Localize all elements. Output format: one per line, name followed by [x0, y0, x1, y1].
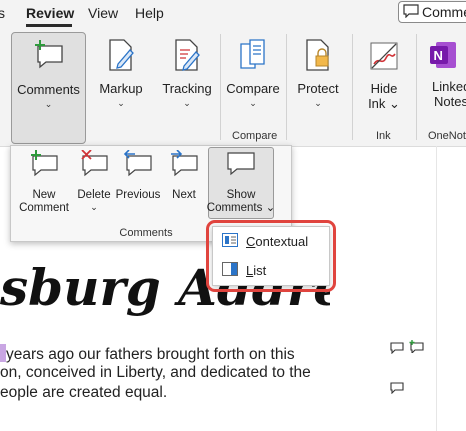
chevron-down-icon: ⌄ — [249, 98, 257, 108]
ribbon-separator — [220, 34, 221, 140]
tracking-label: Tracking — [162, 81, 212, 96]
markup-icon — [106, 38, 136, 75]
ink-pen-icon — [368, 40, 400, 75]
comment-marker-icon[interactable] — [390, 381, 404, 399]
linked-notes-label-1: Linked — [432, 79, 466, 94]
chevron-down-icon: ⌄ — [44, 99, 53, 109]
onenote-group-label: OneNote — [428, 130, 466, 142]
previous-label: Previous — [115, 189, 161, 201]
show-comments-label-1: Show — [226, 189, 256, 201]
markup-button[interactable]: Markup ⌄ — [92, 38, 150, 108]
ribbon-separator — [352, 34, 353, 140]
compare-label: Compare — [226, 81, 280, 96]
protect-label: Protect — [297, 81, 339, 96]
next-comment-button[interactable]: Next — [162, 149, 206, 202]
tab-view[interactable]: View — [88, 5, 118, 21]
comment-marker-icon[interactable] — [390, 341, 404, 359]
tab-review[interactable]: Review — [26, 5, 74, 21]
linked-notes-button[interactable]: N Linked Notes — [426, 40, 466, 109]
comment-icon — [403, 3, 419, 21]
compare-icon — [238, 38, 268, 75]
new-comment-button[interactable]: New Comment — [19, 150, 69, 215]
track-changes-icon — [172, 38, 202, 75]
protect-lock-icon — [303, 38, 333, 75]
linked-notes-label-2: Notes — [434, 94, 466, 109]
show-comments-content: Show Comments ⌄ — [206, 150, 276, 215]
previous-comment-icon — [121, 149, 155, 181]
hide-ink-label-1: Hide — [370, 81, 398, 96]
new-comment-label-1: New — [32, 189, 56, 201]
markup-label: Markup — [99, 81, 143, 96]
onenote-icon: N — [426, 40, 456, 73]
comments-pane-button[interactable]: Comme — [398, 1, 466, 23]
previous-comment-button[interactable]: Previous — [115, 149, 161, 202]
document-paragraph[interactable]: years ago our fathers brought forth on t… — [0, 342, 436, 412]
tab-help[interactable]: Help — [135, 5, 164, 21]
highlight-callout-box — [206, 220, 336, 292]
ribbon-separator — [416, 34, 417, 140]
delete-comment-button[interactable]: Delete ⌄ — [72, 149, 116, 213]
new-comment-label-2: Comment — [19, 202, 69, 214]
delete-label: Delete — [77, 189, 111, 201]
page-edge — [436, 146, 437, 431]
next-comment-icon — [167, 149, 201, 181]
paragraph-line-3: eople are created equal. — [0, 384, 168, 401]
paragraph-line-1: years ago our fathers brought forth on t… — [0, 344, 295, 364]
delete-comment-icon — [77, 149, 111, 181]
chevron-down-icon: ⌄ — [314, 98, 322, 108]
comments-pane-button-label: Comme — [422, 4, 466, 20]
compare-button[interactable]: Compare ⌄ — [224, 38, 282, 108]
new-comment-icon — [27, 150, 61, 181]
protect-button[interactable]: Protect ⌄ — [292, 38, 344, 108]
hide-ink-label-2: Ink ⌄ — [368, 96, 400, 111]
paragraph-line-2: on, conceived in Liberty, and dedicated … — [0, 364, 311, 381]
chevron-down-icon: ⌄ — [117, 98, 125, 108]
compare-group-label: Compare — [232, 130, 278, 142]
show-comments-label-2: Comments ⌄ — [206, 202, 276, 214]
comments-button-content: Comments ⌄ — [11, 38, 86, 109]
ink-group-label: Ink — [376, 130, 391, 142]
new-comment-marker-icon[interactable] — [408, 340, 424, 358]
show-comments-icon — [224, 150, 258, 181]
new-comment-icon — [32, 38, 66, 73]
active-tab-indicator — [26, 24, 72, 27]
chevron-down-icon: ⌄ — [183, 98, 191, 108]
comments-button-label: Comments — [17, 82, 80, 97]
hide-ink-button[interactable]: Hide Ink ⌄ — [356, 40, 412, 111]
ribbon-separator — [286, 34, 287, 140]
svg-text:N: N — [434, 48, 443, 63]
tracking-button[interactable]: Tracking ⌄ — [158, 38, 216, 108]
next-label: Next — [172, 189, 196, 201]
chevron-down-icon: ⌄ — [90, 202, 98, 212]
tab-partial[interactable]: s — [0, 5, 5, 21]
